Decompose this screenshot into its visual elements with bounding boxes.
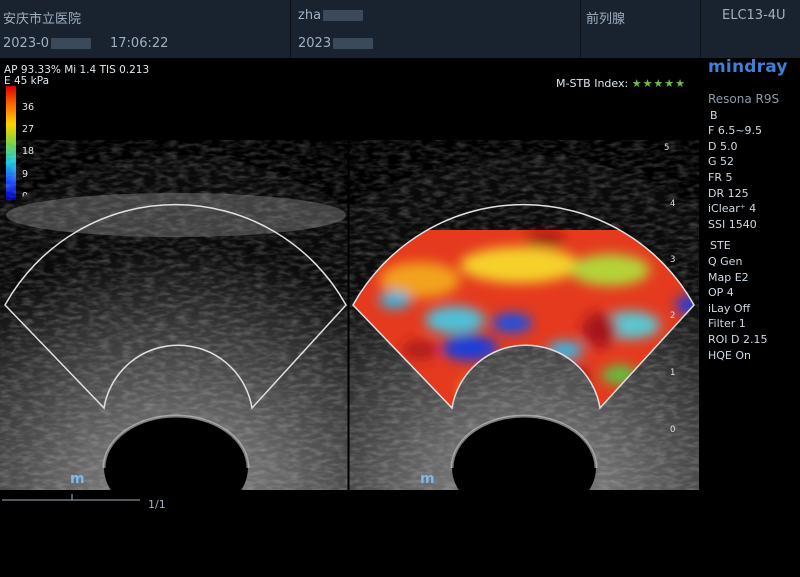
bmode-image-left <box>0 140 348 490</box>
depth-tick: 5 <box>664 143 670 153</box>
depth-tick: 3 <box>670 255 676 265</box>
depth-tick: 2 <box>670 311 676 321</box>
depth-tick: 4 <box>670 199 676 209</box>
probe-orientation-marker: m <box>70 471 85 487</box>
probe-orientation-marker: m <box>420 471 435 487</box>
frame-counter: 1/1 <box>148 498 166 511</box>
elasto-image-right <box>349 140 699 490</box>
depth-tick: 0 <box>670 425 676 435</box>
depth-tick: 1 <box>670 368 676 378</box>
ultrasound-image-area <box>0 60 699 501</box>
